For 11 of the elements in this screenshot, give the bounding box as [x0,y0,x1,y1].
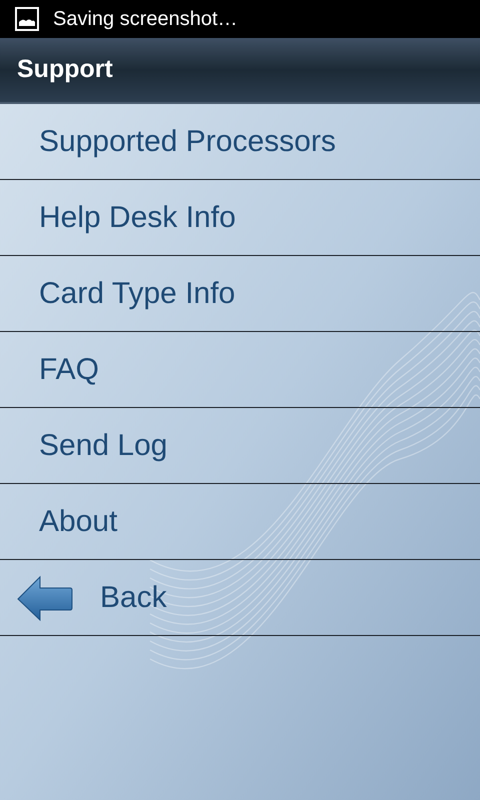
menu-item[interactable]: Card Type Info [0,256,480,332]
menu-item[interactable]: Help Desk Info [0,180,480,256]
image-icon [15,7,39,31]
menu-item[interactable]: Supported Processors [0,104,480,180]
notification-text: Saving screenshot… [53,7,238,32]
title: Support [17,54,113,86]
menu-item[interactable]: About [0,484,480,560]
left-arrow-icon [16,574,74,620]
menu-item[interactable]: FAQ [0,332,480,408]
back-button[interactable]: Back [0,560,480,636]
menu-item[interactable]: Send Log [0,408,480,484]
